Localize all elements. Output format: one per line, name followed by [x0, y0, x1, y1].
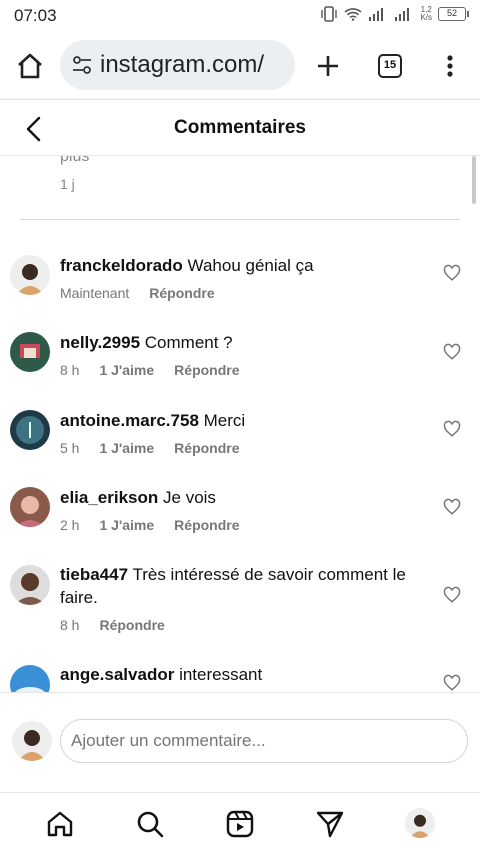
direct-icon[interactable]	[315, 809, 345, 839]
comment-body: Comment ?	[144, 333, 233, 352]
avatar[interactable]	[10, 410, 50, 450]
status-bar: 07:03 1,2 K/s 52	[0, 0, 480, 32]
heart-icon[interactable]	[443, 586, 461, 604]
url-text[interactable]: instagram.com/	[100, 51, 264, 79]
tabs-counter-button[interactable]: 15	[378, 54, 402, 78]
comment-text: tieba447 Très intéressé de savoir commen…	[60, 563, 430, 609]
comment-body: Merci	[203, 411, 246, 430]
reels-icon[interactable]	[225, 809, 255, 839]
comment-meta: 8 h Répondre	[60, 617, 165, 633]
comment-time: 2 h	[60, 517, 80, 533]
see-more-link[interactable]: plus	[60, 156, 89, 166]
page-title: Commentaires	[174, 117, 306, 138]
profile-avatar[interactable]	[405, 808, 435, 838]
site-settings-icon[interactable]	[70, 53, 94, 77]
menu-icon[interactable]	[440, 50, 460, 82]
comment-meta: Maintenant Répondre	[60, 285, 215, 301]
comment-username[interactable]: elia_erikson	[60, 488, 158, 507]
avatar[interactable]	[10, 255, 50, 295]
net-speed: 1,2 K/s	[420, 5, 432, 22]
avatar[interactable]	[10, 487, 50, 527]
signal-icon	[369, 8, 384, 21]
reply-button[interactable]: Répondre	[99, 617, 164, 633]
avatar[interactable]	[10, 665, 50, 692]
new-tab-icon[interactable]	[312, 50, 344, 82]
comment-input[interactable]	[60, 719, 468, 763]
comment-username[interactable]: nelly.2995	[60, 333, 140, 352]
comment-text: nelly.2995 Comment ?	[60, 331, 430, 354]
reply-button[interactable]: Répondre	[174, 362, 239, 378]
heart-icon[interactable]	[443, 264, 461, 282]
home-icon[interactable]	[45, 809, 75, 839]
comment-username[interactable]: ange.salvador	[60, 665, 174, 684]
comment-text: antoine.marc.758 Merci	[60, 409, 430, 432]
comment-text: ange.salvador interessant	[60, 663, 430, 686]
comment-text: franckeldorado Wahou génial ça	[60, 254, 430, 277]
heart-icon[interactable]	[443, 498, 461, 516]
signal-2-icon	[395, 8, 410, 21]
comments-list[interactable]: plus 1 j franckeldorado Wahou génial ça …	[0, 156, 480, 692]
comment-time: 8 h	[60, 362, 80, 378]
comments-header: Commentaires	[0, 101, 480, 156]
status-icons: 1,2 K/s 52	[320, 5, 469, 22]
reply-button[interactable]: Répondre	[174, 440, 239, 456]
search-icon[interactable]	[135, 809, 165, 839]
reply-button[interactable]: Répondre	[149, 285, 214, 301]
bottom-nav	[0, 792, 480, 854]
avatar[interactable]	[10, 332, 50, 372]
comment-time: 8 h	[60, 617, 80, 633]
reply-button[interactable]: Répondre	[174, 517, 239, 533]
divider	[20, 219, 460, 220]
likes-count[interactable]: 1 J'aime	[99, 362, 154, 378]
url-bar[interactable]: instagram.com/	[60, 40, 295, 90]
comment-input-bar	[0, 692, 480, 792]
battery-icon: 52	[438, 7, 469, 21]
comment-username[interactable]: antoine.marc.758	[60, 411, 199, 430]
heart-icon[interactable]	[443, 674, 461, 692]
heart-icon[interactable]	[443, 420, 461, 438]
comment-body: Je vois	[163, 488, 216, 507]
wifi-icon	[344, 8, 362, 21]
avatar[interactable]	[10, 565, 50, 605]
vibrate-icon	[321, 6, 338, 22]
comment-time: Maintenant	[60, 285, 130, 301]
home-icon[interactable]	[14, 50, 46, 82]
comment-username[interactable]: tieba447	[60, 565, 128, 584]
comment-meta: 5 h 1 J'aime Répondre	[60, 440, 240, 456]
browser-toolbar: instagram.com/ 15	[0, 32, 480, 100]
scrollbar[interactable]	[472, 156, 476, 204]
heart-icon[interactable]	[443, 343, 461, 361]
likes-count[interactable]: 1 J'aime	[99, 440, 154, 456]
previous-comment-time: 1 j	[60, 176, 75, 192]
likes-count[interactable]: 1 J'aime	[99, 517, 154, 533]
comment-meta: 8 h 1 J'aime Répondre	[60, 362, 240, 378]
status-time: 07:03	[14, 6, 57, 25]
comment-meta: 2 h 1 J'aime Répondre	[60, 517, 240, 533]
comment-body: Wahou génial ça	[187, 256, 314, 275]
comment-time: 5 h	[60, 440, 80, 456]
comment-username[interactable]: franckeldorado	[60, 256, 183, 275]
comment-body: interessant	[179, 665, 263, 684]
own-avatar	[12, 721, 52, 761]
comment-text: elia_erikson Je vois	[60, 486, 430, 509]
